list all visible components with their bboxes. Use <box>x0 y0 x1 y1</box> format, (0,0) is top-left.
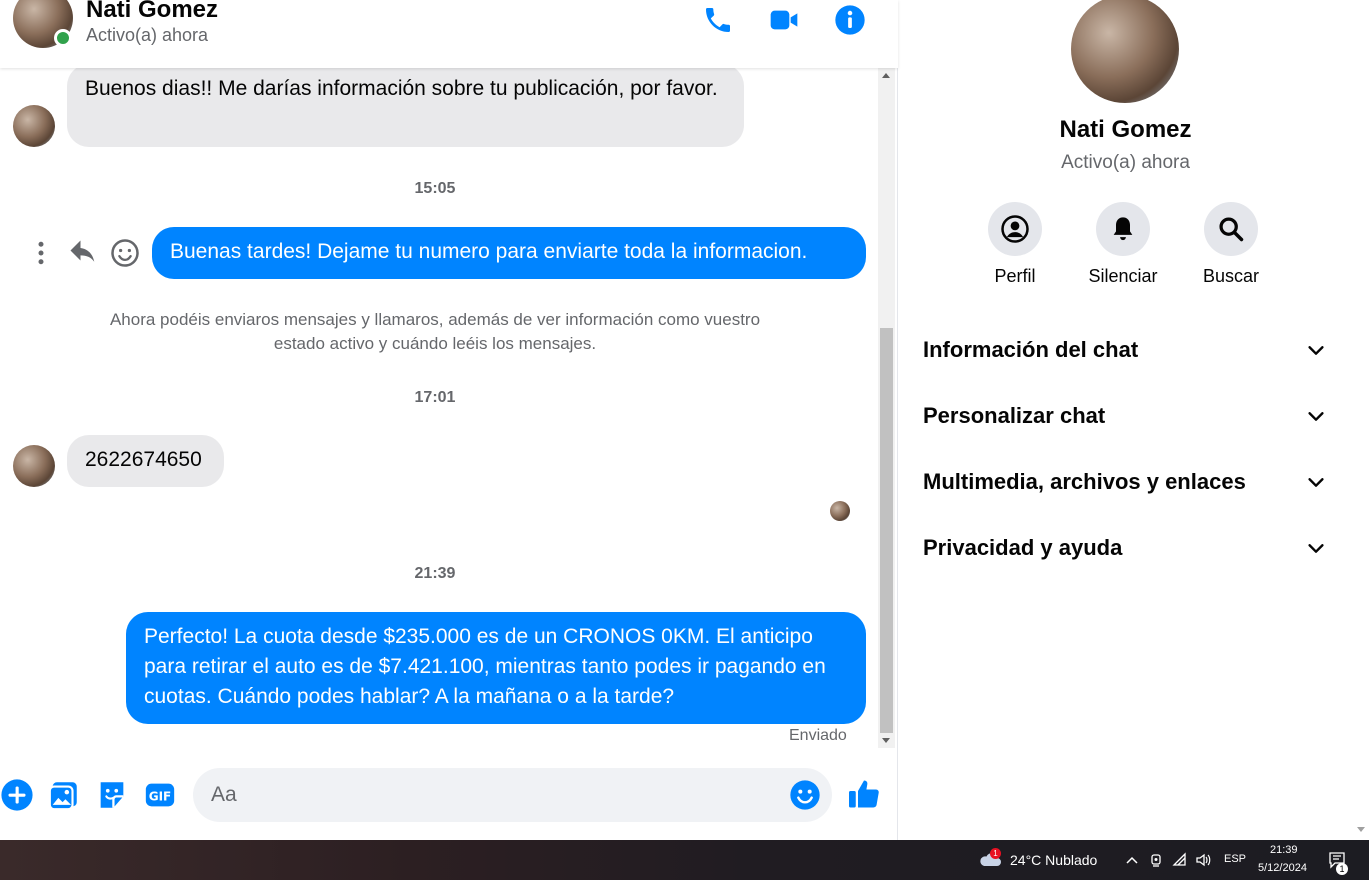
profile-icon <box>1001 215 1029 243</box>
mute-label: Silenciar <box>1088 266 1158 286</box>
sticker-icon[interactable] <box>95 778 129 812</box>
contact-name[interactable]: Nati Gomez <box>86 0 218 24</box>
conversation-info-panel: Nati Gomez Activo(a) ahora Perfil Silenc… <box>899 0 1352 840</box>
volume-icon[interactable] <box>1195 852 1211 868</box>
scroll-down-arrow[interactable] <box>882 738 890 743</box>
panel-scroll-down-arrow[interactable] <box>1357 827 1365 832</box>
sent-status: Enviado <box>789 727 847 744</box>
section-label: Información del chat <box>923 337 1139 362</box>
timestamp: 17:01 <box>414 389 456 406</box>
online-indicator <box>54 29 72 47</box>
react-emoji-icon[interactable] <box>110 238 140 268</box>
system-note: Ahora podéis enviaros mensajes y llamaro… <box>109 310 761 353</box>
incoming-message[interactable]: Buenos dias!! Me darías información sobr… <box>67 68 744 147</box>
thumbs-up-icon[interactable] <box>846 776 882 812</box>
plus-icon[interactable] <box>0 778 34 812</box>
search-label: Buscar <box>1202 266 1260 286</box>
clock-date[interactable]: 5/12/2024 <box>1258 862 1307 874</box>
chevron-down-icon <box>1308 412 1324 421</box>
wifi-icon[interactable] <box>1172 852 1188 868</box>
svg-text:GIF: GIF <box>149 790 172 804</box>
sender-avatar[interactable] <box>13 445 55 487</box>
info-icon[interactable] <box>834 4 866 36</box>
message-scrollbar[interactable] <box>878 68 895 748</box>
chevron-down-icon <box>1308 478 1324 487</box>
incoming-message[interactable]: 2622674650 <box>67 435 224 487</box>
section-privacy-help[interactable]: Privacidad y ayuda <box>923 527 1327 567</box>
message-actions <box>22 238 152 268</box>
read-receipt-avatar <box>830 501 850 521</box>
section-media-files-links[interactable]: Multimedia, archivos y enlaces <box>923 461 1327 501</box>
webcam-icon[interactable] <box>1148 852 1164 868</box>
search-icon <box>1219 217 1244 242</box>
chat-column: Nati Gomez Activo(a) ahora Buenos dias!!… <box>0 0 898 840</box>
chevron-down-icon <box>1308 346 1324 355</box>
search-button-circle <box>1204 202 1258 256</box>
notification-count: 1 <box>1336 863 1348 875</box>
panel-contact-name: Nati Gomez <box>1059 116 1192 143</box>
mute-button[interactable]: Silenciar <box>1068 202 1178 287</box>
messenger-app: Nati Gomez Activo(a) ahora Buenos dias!!… <box>0 0 1369 840</box>
composer: GIF <box>0 760 898 832</box>
contact-large-avatar[interactable] <box>1071 0 1179 103</box>
phone-call-icon[interactable] <box>702 4 734 36</box>
contact-status: Activo(a) ahora <box>86 25 209 45</box>
bell-icon <box>1113 217 1133 241</box>
chevron-up-icon[interactable] <box>1124 852 1140 868</box>
message-list: Buenos dias!! Me darías información sobr… <box>0 68 878 748</box>
message-input[interactable] <box>211 780 781 810</box>
emoji-icon[interactable] <box>789 779 821 811</box>
profile-label: Perfil <box>994 266 1036 286</box>
timestamp: 15:05 <box>414 180 456 197</box>
scroll-thumb[interactable] <box>880 328 893 733</box>
profile-button[interactable]: Perfil <box>960 202 1070 287</box>
more-options-icon[interactable] <box>26 238 56 268</box>
gallery-icon[interactable] <box>47 778 81 812</box>
section-customize-chat[interactable]: Personalizar chat <box>923 395 1327 435</box>
video-call-icon[interactable] <box>768 4 800 36</box>
windows-taskbar: 1 24°C Nublado ESP 21:39 5/12/2024 1 <box>0 840 1369 880</box>
weather-alert-badge: 1 <box>990 848 1001 859</box>
gif-icon[interactable]: GIF <box>143 778 177 812</box>
sender-avatar[interactable] <box>13 105 55 147</box>
input-language[interactable]: ESP <box>1224 853 1246 865</box>
panel-contact-status: Activo(a) ahora <box>1061 152 1190 173</box>
search-button[interactable]: Buscar <box>1176 202 1286 287</box>
reply-icon[interactable] <box>68 238 98 268</box>
outgoing-message[interactable]: Perfecto! La cuota desde $235.000 es de … <box>126 612 866 724</box>
chat-header: Nati Gomez Activo(a) ahora <box>0 0 898 68</box>
panel-scrollbar[interactable] <box>1352 0 1369 840</box>
section-label: Multimedia, archivos y enlaces <box>923 469 1246 494</box>
section-label: Personalizar chat <box>923 403 1106 428</box>
profile-button-circle <box>988 202 1042 256</box>
section-label: Privacidad y ayuda <box>923 535 1123 560</box>
outgoing-message[interactable]: Buenas tardes! Dejame tu numero para env… <box>152 227 866 279</box>
mute-button-circle <box>1096 202 1150 256</box>
scroll-up-arrow[interactable] <box>882 73 890 78</box>
timestamp: 21:39 <box>414 565 456 582</box>
section-chat-info[interactable]: Información del chat <box>923 329 1327 369</box>
message-input-box[interactable] <box>193 768 832 822</box>
chevron-down-icon <box>1308 544 1324 553</box>
clock-time[interactable]: 21:39 <box>1270 844 1298 856</box>
weather-text[interactable]: 24°C Nublado <box>1010 852 1097 868</box>
